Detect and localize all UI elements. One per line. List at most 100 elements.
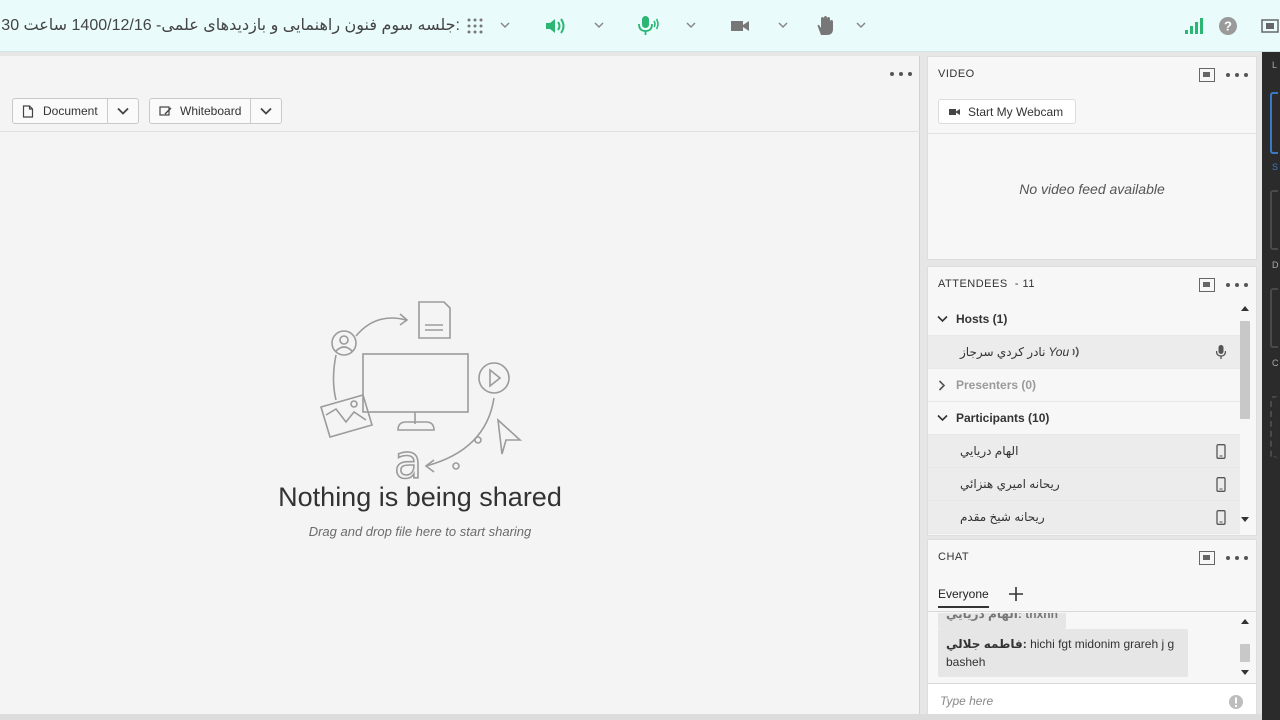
attendees-count: - 11 [1014,278,1035,290]
presenters-group-header[interactable]: Presenters (0) [928,369,1240,402]
share-pod: Document Whiteboard a Nothing is being s… [0,56,920,716]
chevron-down-icon[interactable] [854,18,868,32]
attendees-title-label: ATTENDEES [938,278,1008,290]
mobile-device-icon [1216,510,1226,525]
document-icon [22,104,34,118]
host-name: نادر كردي سرجاز [960,345,1046,359]
chevron-down-icon[interactable] [108,99,138,123]
mobile-device-icon [1216,477,1226,492]
whiteboard-label: Whiteboard [180,104,242,118]
participant-name: ريحانه شيخ مقدم [960,510,1045,524]
maximize-icon[interactable] [1199,551,1215,565]
start-webcam-label: Start My Webcam [968,104,1064,119]
more-options-icon[interactable] [1226,278,1248,292]
video-pod: VIDEO Start My Webcam No video feed avai… [927,56,1257,260]
camera-icon[interactable] [728,14,752,38]
help-icon[interactable]: ? [1216,14,1240,38]
strip-label: C [1272,358,1279,368]
document-share-button[interactable]: Document [12,98,139,124]
strip-label: D [1272,260,1279,270]
more-options-icon[interactable] [890,67,912,81]
layout-thumbnail[interactable] [1270,288,1278,348]
tab-everyone[interactable]: Everyone [938,587,989,608]
scroll-thumb[interactable] [1240,644,1250,662]
chat-messages: الهام دريايي: tnxnn فاطمه جلالي: hichi f… [928,613,1240,682]
add-chat-tab-icon[interactable] [1008,586,1024,602]
scroll-thumb[interactable] [1240,321,1250,419]
whiteboard-share-button[interactable]: Whiteboard [149,98,283,124]
fullscreen-icon[interactable] [1258,14,1280,38]
chat-input[interactable]: Type here [928,683,1256,718]
chevron-down-icon[interactable] [592,18,606,32]
hosts-label: Hosts (1) [956,312,1008,326]
presenters-label: Presenters (0) [956,378,1037,392]
chevron-right-icon[interactable] [928,379,956,391]
speaker-icon[interactable] [544,14,568,38]
participants-label: Participants (10) [956,411,1050,425]
maximize-icon[interactable] [1199,68,1215,82]
connection-strength-icon [1182,14,1206,38]
new-layout-placeholder[interactable] [1270,396,1278,458]
more-options-icon[interactable] [1226,551,1248,565]
chevron-down-icon[interactable] [776,18,790,32]
speaking-icon [1072,346,1079,358]
share-toolbar: Document Whiteboard [0,92,920,132]
attendees-pod-title: ATTENDEES - 11 [938,278,1035,290]
empty-state-title: Nothing is being shared [278,482,562,512]
bottom-edge [0,714,1262,720]
attendees-pod: ATTENDEES - 11 Hosts (1) نادر كردي سرجاز… [927,266,1257,536]
attendee-row-host[interactable]: نادر كردي سرجاز You [928,336,1240,369]
chat-scrollbar[interactable] [1240,616,1252,678]
camera-icon [949,108,960,115]
chevron-down-icon[interactable] [928,414,956,422]
svg-text:a: a [394,435,422,482]
chat-pod: CHAT Everyone الهام دريايي: tnxnn فاطمه … [927,539,1257,718]
layout-thumbnail[interactable] [1270,92,1278,154]
chat-message: فاطمه جلالي: hichi fgt midonim grareh j … [938,629,1188,677]
divider [928,133,1256,134]
info-icon[interactable] [1228,694,1244,710]
empty-share-illustration: a [320,301,523,482]
mobile-device-icon [1216,444,1226,459]
whiteboard-icon [159,105,172,116]
no-video-message: No video feed available [1019,181,1165,197]
list-item[interactable]: ريحانه اميري هنزائي [928,468,1240,501]
start-webcam-button[interactable]: Start My Webcam [938,99,1077,124]
chat-pod-title: CHAT [938,551,970,563]
chevron-down-icon[interactable] [928,315,956,323]
list-item[interactable]: ريحانه شيخ مقدم [928,501,1240,534]
chat-message: الهام دريايي: tnxnn [938,613,1066,629]
strip-label: L [1272,60,1278,70]
participant-name: الهام دريايي [960,444,1019,458]
scroll-down-icon[interactable] [1241,517,1249,523]
video-pod-title: VIDEO [938,68,975,80]
chevron-down-icon[interactable] [498,18,512,32]
layouts-sidebar: L S D C [1262,52,1280,720]
participants-group-header[interactable]: Participants (10) [928,402,1240,435]
document-label: Document [43,104,98,118]
meeting-title: جلسه سوم فنون راهنمایی و بازدیدهای علمی-… [1,17,460,34]
maximize-icon[interactable] [1199,278,1215,292]
attendees-scrollbar[interactable] [1240,303,1252,531]
scroll-up-icon[interactable] [1241,618,1249,624]
hosts-group-header[interactable]: Hosts (1) [928,303,1240,336]
attendee-list: Hosts (1) نادر كردي سرجاز You Presenters… [928,303,1240,534]
microphone-icon [1216,345,1226,359]
strip-label: S [1272,162,1279,172]
microphone-icon[interactable] [636,14,660,38]
participant-name: ريحانه اميري هنزائي [960,477,1060,491]
top-menu-bar: جلسه سوم فنون راهنمایی و بازدیدهای علمی-… [0,0,1280,52]
chevron-down-icon[interactable] [251,99,281,123]
svg-text:?: ? [1224,19,1232,34]
chat-tabs: Everyone [928,578,1256,612]
more-options-icon[interactable] [1226,68,1248,82]
chat-input-placeholder: Type here [940,694,994,708]
scroll-up-icon[interactable] [1241,305,1249,311]
layout-thumbnail[interactable] [1270,190,1278,250]
list-item[interactable]: الهام دريايي [928,435,1240,468]
scroll-down-icon[interactable] [1241,670,1249,676]
chat-sender: فاطمه جلالي: [946,637,1027,651]
grid-icon[interactable] [464,14,488,38]
raise-hand-icon[interactable] [813,14,837,38]
chevron-down-icon[interactable] [684,18,698,32]
